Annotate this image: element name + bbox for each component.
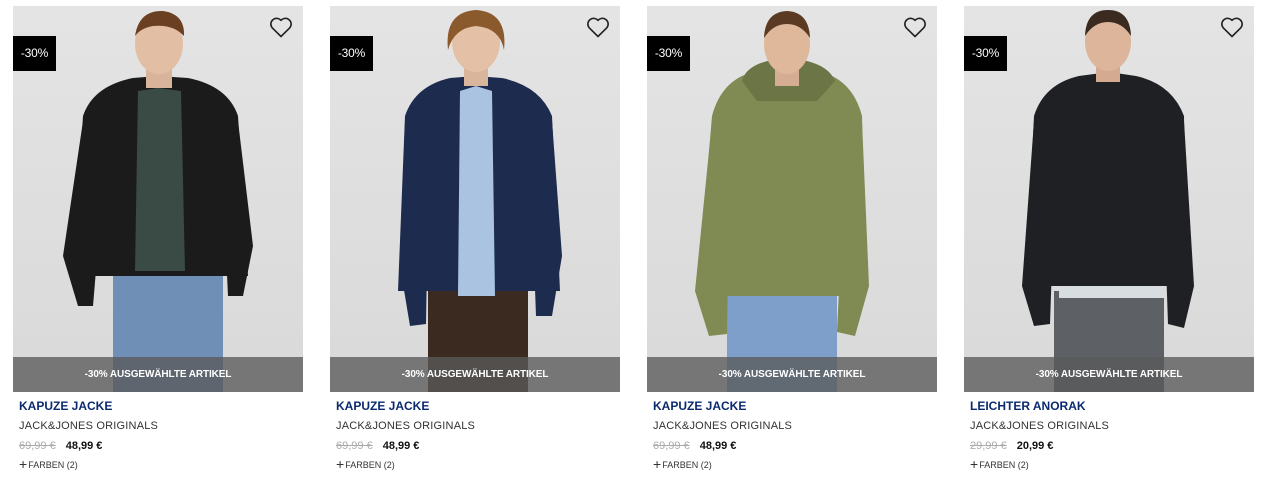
product-brand: JACK&JONES ORIGINALS bbox=[19, 420, 159, 432]
product-title[interactable]: KAPUZE JACKE bbox=[653, 399, 933, 414]
plus-icon: + bbox=[970, 456, 979, 472]
plus-icon: + bbox=[19, 456, 28, 472]
product-image[interactable]: -30% -30% AUSGEWÄHLTE ARTIKEL bbox=[647, 6, 937, 392]
model-photo bbox=[398, 10, 562, 392]
discount-badge: -30% bbox=[964, 36, 1007, 71]
inner-shirt bbox=[135, 88, 185, 271]
price-row: 69,99 € 48,99 € bbox=[653, 438, 933, 452]
product-card[interactable]: -30% -30% AUSGEWÄHLTE ARTIKEL KAPUZE JAC… bbox=[647, 6, 937, 476]
old-price: 69,99 € bbox=[19, 440, 56, 452]
old-price: 69,99 € bbox=[653, 440, 690, 452]
new-price: 48,99 € bbox=[65, 440, 103, 452]
price-row: 69,99 € 48,99 € bbox=[336, 438, 616, 452]
product-grid: -30% -30% AUSGEWÄHLTE ARTIKEL KAPUZE JAC… bbox=[0, 0, 1268, 479]
promo-banner: -30% AUSGEWÄHLTE ARTIKEL bbox=[330, 357, 620, 392]
discount-badge: -30% bbox=[647, 36, 690, 71]
new-price: 48,99 € bbox=[382, 440, 420, 452]
product-brand: JACK&JONES ORIGINALS bbox=[970, 420, 1110, 432]
promo-banner: -30% AUSGEWÄHLTE ARTIKEL bbox=[13, 357, 303, 392]
inner-shirt bbox=[458, 86, 495, 296]
plus-icon: + bbox=[653, 456, 662, 472]
colors-link[interactable]: +FARBEN (2) bbox=[970, 456, 1250, 472]
model-photo bbox=[695, 11, 869, 392]
product-image[interactable]: -30% -30% AUSGEWÄHLTE ARTIKEL bbox=[330, 6, 620, 392]
old-price: 29,99 € bbox=[970, 440, 1007, 452]
new-price: 20,99 € bbox=[1016, 440, 1054, 452]
plus-icon: + bbox=[336, 456, 345, 472]
heart-icon[interactable] bbox=[903, 16, 927, 38]
price-row: 69,99 € 48,99 € bbox=[19, 438, 299, 452]
colors-link[interactable]: +FARBEN (2) bbox=[336, 456, 616, 472]
product-card[interactable]: -30% -30% AUSGEWÄHLTE ARTIKEL KAPUZE JAC… bbox=[330, 6, 620, 476]
product-title[interactable]: LEICHTER ANORAK bbox=[970, 399, 1250, 414]
model-photo bbox=[63, 10, 253, 392]
discount-badge: -30% bbox=[330, 36, 373, 71]
product-image[interactable]: -30% -30% AUSGEWÄHLTE ARTIKEL bbox=[13, 6, 303, 392]
product-info: KAPUZE JACKE JACK&JONES ORIGINALS 69,99 … bbox=[336, 399, 616, 471]
product-card[interactable]: -30% -30% AUSGEWÄHLTE ARTIKEL KAPUZE JAC… bbox=[13, 6, 303, 476]
product-title[interactable]: KAPUZE JACKE bbox=[19, 399, 299, 414]
colors-link[interactable]: +FARBEN (2) bbox=[19, 456, 299, 472]
old-price: 69,99 € bbox=[336, 440, 373, 452]
product-brand: JACK&JONES ORIGINALS bbox=[336, 420, 476, 432]
promo-banner: -30% AUSGEWÄHLTE ARTIKEL bbox=[647, 357, 937, 392]
product-info: LEICHTER ANORAK JACK&JONES ORIGINALS 29,… bbox=[970, 399, 1250, 471]
heart-icon[interactable] bbox=[586, 16, 610, 38]
product-info: KAPUZE JACKE JACK&JONES ORIGINALS 69,99 … bbox=[653, 399, 933, 471]
colors-label: FARBEN (2) bbox=[28, 460, 78, 470]
colors-label: FARBEN (2) bbox=[345, 460, 395, 470]
discount-badge: -30% bbox=[13, 36, 56, 71]
product-info: KAPUZE JACKE JACK&JONES ORIGINALS 69,99 … bbox=[19, 399, 299, 471]
heart-icon[interactable] bbox=[269, 16, 293, 38]
colors-link[interactable]: +FARBEN (2) bbox=[653, 456, 933, 472]
product-card[interactable]: -30% -30% AUSGEWÄHLTE ARTIKEL LEICHTER A… bbox=[964, 6, 1254, 476]
product-image[interactable]: -30% -30% AUSGEWÄHLTE ARTIKEL bbox=[964, 6, 1254, 392]
price-row: 29,99 € 20,99 € bbox=[970, 438, 1250, 452]
model-photo bbox=[1022, 10, 1194, 392]
colors-label: FARBEN (2) bbox=[979, 460, 1029, 470]
product-brand: JACK&JONES ORIGINALS bbox=[653, 420, 793, 432]
promo-banner: -30% AUSGEWÄHLTE ARTIKEL bbox=[964, 357, 1254, 392]
product-title[interactable]: KAPUZE JACKE bbox=[336, 399, 616, 414]
heart-icon[interactable] bbox=[1220, 16, 1244, 38]
new-price: 48,99 € bbox=[699, 440, 737, 452]
colors-label: FARBEN (2) bbox=[662, 460, 712, 470]
